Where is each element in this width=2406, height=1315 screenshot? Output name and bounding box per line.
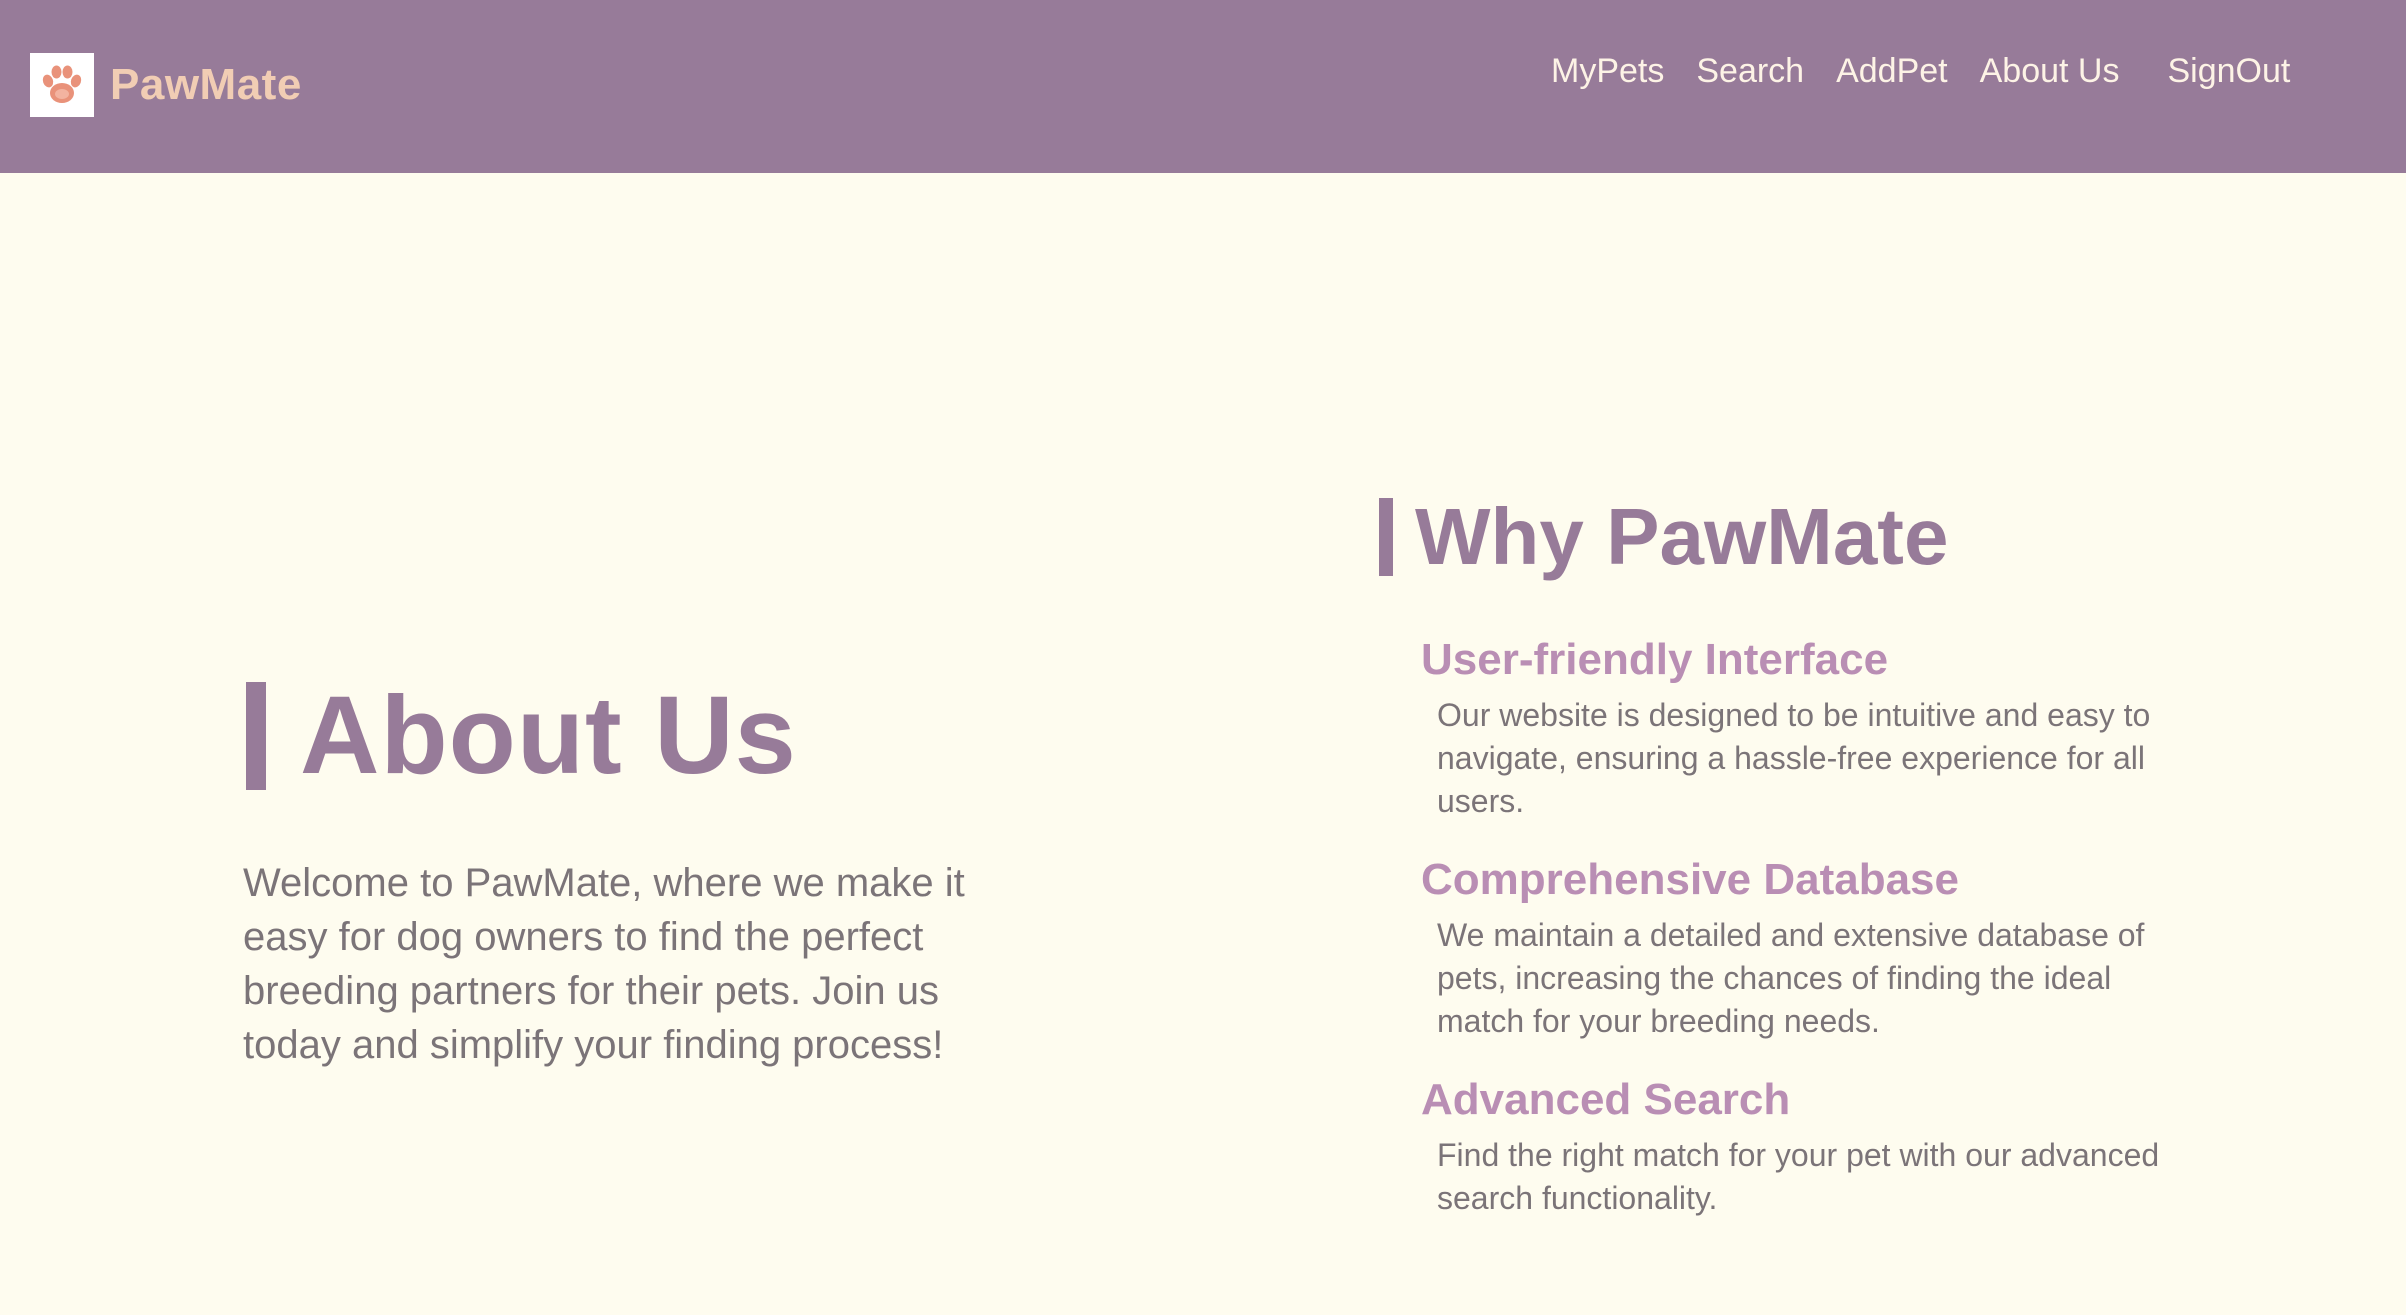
brand-link[interactable]: PawMate — [30, 53, 302, 117]
why-title: Why PawMate — [1415, 492, 1949, 581]
nav-search[interactable]: Search — [1696, 52, 1804, 91]
feature-description: We maintain a detailed and extensive dat… — [1437, 917, 2145, 1039]
about-title: About Us — [300, 674, 797, 797]
top-navbar: PawMate MyPets Search AddPet About Us Si… — [0, 0, 2406, 173]
brand-name: PawMate — [110, 60, 302, 109]
feature-title: Comprehensive Database — [1421, 855, 1959, 904]
main-nav: MyPets Search AddPet About Us SignOut — [1551, 48, 2290, 94]
heading-accent-bar — [246, 682, 266, 790]
about-text: Welcome to PawMate, where we make it eas… — [243, 861, 965, 1067]
feature-title: User-friendly Interface — [1421, 635, 1889, 684]
heading-accent-bar — [1379, 498, 1393, 576]
why-heading: Why PawMate — [1379, 494, 1948, 580]
feature-title: Advanced Search — [1421, 1075, 1791, 1124]
nav-addpet[interactable]: AddPet — [1836, 52, 1948, 91]
feature-item: Comprehensive Database We maintain a det… — [1421, 852, 2181, 1043]
nav-mypets[interactable]: MyPets — [1551, 52, 1664, 91]
nav-about-us[interactable]: About Us — [1980, 52, 2120, 91]
feature-description: Our website is designed to be intuitive … — [1437, 697, 2151, 819]
feature-item: Advanced Search Find the right match for… — [1421, 1072, 2181, 1220]
feature-item: User-friendly Interface Our website is d… — [1421, 632, 2181, 823]
paw-icon — [30, 53, 94, 117]
feature-description: Find the right match for your pet with o… — [1437, 1137, 2160, 1216]
about-heading: About Us — [246, 680, 797, 792]
nav-signout[interactable]: SignOut — [2167, 52, 2290, 91]
